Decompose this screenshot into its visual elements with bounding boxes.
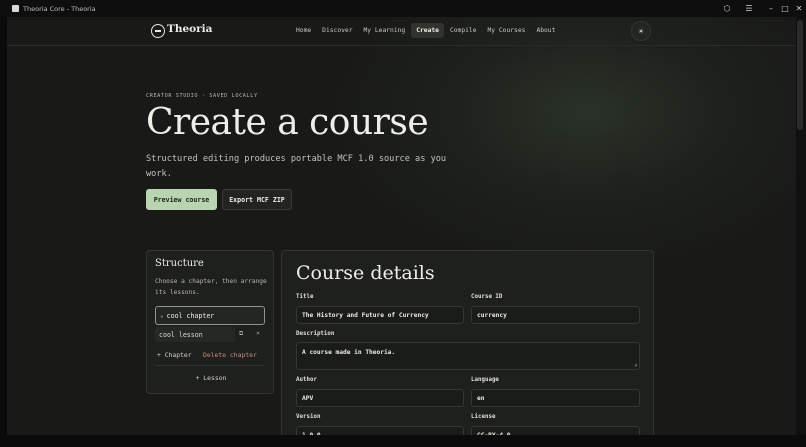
logo-text[interactable]: Theoria	[167, 23, 212, 35]
preview-course-button[interactable]: Preview course	[146, 189, 217, 210]
logo-icon[interactable]	[151, 24, 165, 38]
lesson-item[interactable]: cool lesson	[155, 327, 235, 342]
nav-my-learning[interactable]: My Learning	[359, 23, 411, 38]
remove-lesson-icon[interactable]: ×	[256, 329, 260, 337]
window-titlebar: Theoria Core - Theoria ⬡ ☰ – □ ✕	[0, 0, 806, 17]
app-window: Theoria Home Discover My Learning Create…	[7, 17, 796, 435]
nav-links: Home Discover My Learning Create Compile…	[291, 23, 561, 38]
eyebrow-text: CREATOR STUDIO · SAVED LOCALLY	[146, 93, 258, 99]
course-id-label: Course ID	[471, 294, 503, 300]
language-input[interactable]: en	[471, 389, 640, 407]
divider	[155, 365, 265, 366]
title-input[interactable]: The History and Future of Currency	[296, 306, 464, 324]
add-chapter-button[interactable]: + Chapter	[157, 351, 192, 359]
version-input[interactable]: 1.0.0	[296, 426, 464, 435]
scrollbar-thumb[interactable]	[797, 20, 803, 130]
author-input[interactable]: APV	[296, 389, 464, 407]
window-title: Theoria Core - Theoria	[23, 4, 96, 13]
close-button[interactable]: ✕	[792, 0, 806, 17]
nav-home[interactable]: Home	[291, 23, 316, 38]
delete-chapter-button[interactable]: Delete chapter	[203, 351, 257, 359]
page-subtitle: Structured editing produces portable MCF…	[146, 154, 447, 179]
nav-my-courses[interactable]: My Courses	[483, 23, 531, 38]
page-title: Create a course	[146, 102, 429, 143]
nav-compile[interactable]: Compile	[445, 23, 482, 38]
structure-title: Structure	[155, 258, 204, 269]
nav-about[interactable]: About	[531, 23, 560, 38]
license-label: License	[471, 414, 496, 420]
duplicate-icon[interactable]: ⧉	[239, 330, 243, 338]
add-lesson-button[interactable]: + Lesson	[147, 374, 275, 382]
license-input[interactable]: CC-BY-4.0	[471, 426, 640, 435]
sun-icon: ☀	[638, 26, 644, 36]
author-label: Author	[296, 377, 317, 383]
minimize-button[interactable]: –	[764, 0, 778, 17]
description-value: A course made in Theoria.	[302, 349, 396, 356]
export-zip-button[interactable]: Export MCF ZIP	[222, 189, 292, 210]
version-label: Version	[296, 414, 321, 420]
chapter-label: cool chapter	[166, 311, 215, 320]
resize-handle-icon[interactable]: ◢	[634, 362, 637, 368]
structure-panel: Structure Choose a chapter, then arrange…	[146, 250, 274, 394]
course-id-input[interactable]: currency	[471, 306, 640, 324]
extensions-icon[interactable]: ⬡	[720, 0, 734, 17]
nav-discover[interactable]: Discover	[317, 23, 357, 38]
title-label: Title	[296, 294, 314, 300]
course-details-panel: Course details Title The History and Fut…	[281, 250, 654, 435]
language-label: Language	[471, 377, 499, 383]
menu-icon[interactable]: ☰	[742, 0, 756, 17]
maximize-button[interactable]: □	[778, 0, 792, 17]
structure-description: Choose a chapter, then arrange its lesso…	[155, 278, 267, 296]
app-icon	[12, 5, 19, 12]
top-nav: Theoria Home Discover My Learning Create…	[7, 17, 796, 46]
course-details-title: Course details	[296, 262, 435, 284]
nav-create[interactable]: Create	[411, 23, 444, 38]
chapter-item[interactable]: ⌄ cool chapter	[155, 306, 265, 325]
description-label: Description	[296, 331, 335, 337]
window-bottom	[0, 435, 806, 447]
chevron-down-icon[interactable]: ⌄	[160, 312, 164, 319]
description-textarea[interactable]: A course made in Theoria. ◢	[296, 342, 640, 370]
theme-toggle-button[interactable]: ☀	[631, 21, 651, 41]
